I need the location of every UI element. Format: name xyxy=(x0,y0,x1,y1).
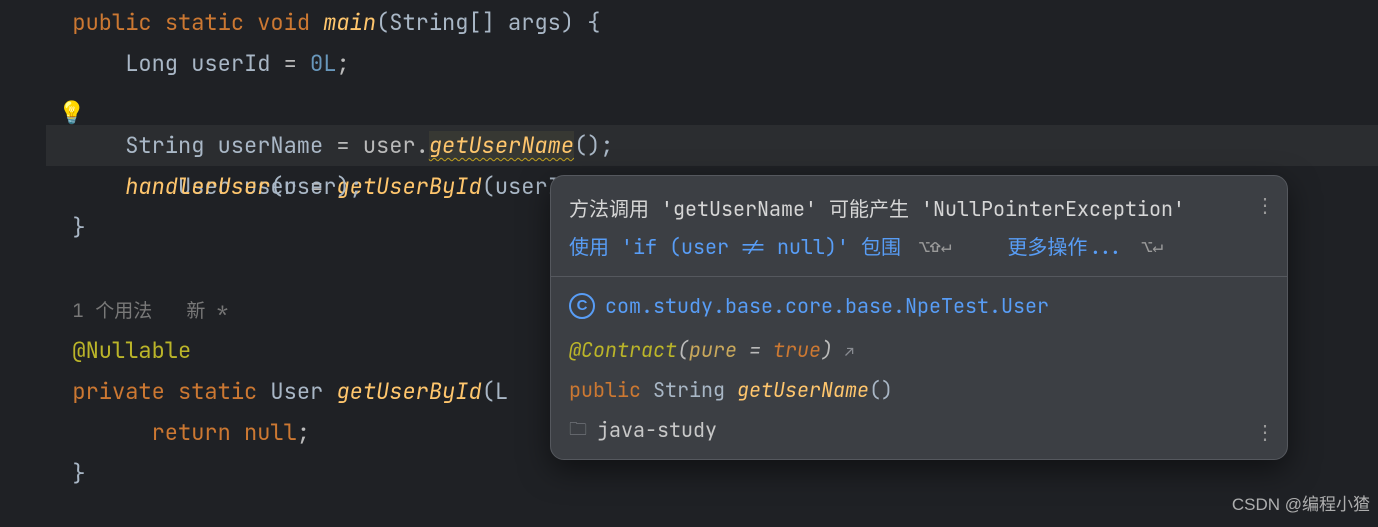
op: = user. xyxy=(323,131,429,160)
brace: } xyxy=(72,459,85,488)
class-icon: C xyxy=(569,293,595,319)
code-line[interactable]: Long userId = 0L; xyxy=(46,43,1378,84)
code-line-current[interactable]: String userName = user.getUserName(); xyxy=(46,125,1378,166)
number: 0L xyxy=(310,49,336,78)
type: String xyxy=(653,377,725,403)
keyword: static xyxy=(178,377,257,406)
method-name: getUserById xyxy=(336,377,481,406)
semi: ; xyxy=(297,418,310,447)
lightbulb-icon[interactable]: 💡 xyxy=(58,92,82,116)
watermark: CSDN @编程小猹 xyxy=(1232,484,1370,525)
class-link[interactable]: com.study.base.core.base.NpeTest.User xyxy=(605,291,1049,321)
annotation: @Nullable xyxy=(72,336,191,365)
signature: (String[] args) { xyxy=(376,8,600,37)
quickfix-action[interactable]: 使用 'if (user != null)' 包围 xyxy=(569,232,901,262)
ann-val: true xyxy=(773,337,821,363)
type: User xyxy=(270,377,323,406)
type: String xyxy=(125,131,204,160)
method-name: main xyxy=(323,8,376,37)
signature: (L xyxy=(482,377,508,406)
op: = xyxy=(737,337,773,363)
annotation: @Contract xyxy=(569,337,677,363)
keyword: public xyxy=(72,8,151,37)
method-call: handlerUser xyxy=(125,172,270,201)
args: (); xyxy=(574,131,614,160)
code-line[interactable]: public static void main(String[] args) { xyxy=(46,2,1378,43)
identifier: userId xyxy=(191,49,270,78)
paren: ) xyxy=(821,337,845,363)
usage-hint[interactable]: 1 个用法 新 * xyxy=(72,298,228,323)
type: Long xyxy=(125,49,178,78)
arrow-icon: ↗ xyxy=(845,342,854,362)
keyword: static xyxy=(165,8,244,37)
inspection-tooltip[interactable]: ⋮ 方法调用 'getUserName' 可能产生 'NullPointerEx… xyxy=(550,175,1288,460)
more-vert-icon[interactable]: ⋮ xyxy=(1255,190,1275,220)
keyword: void xyxy=(257,8,310,37)
args: () xyxy=(869,377,893,403)
code-line[interactable]: 💡 User user = getUserById(userId); xyxy=(46,84,1378,125)
keyword: private xyxy=(72,377,164,406)
module-icon: 🗀 xyxy=(569,415,587,445)
semi: ; xyxy=(336,49,349,78)
null-literal: null xyxy=(244,418,297,447)
args: (user); xyxy=(270,172,362,201)
identifier: userName xyxy=(218,131,324,160)
keyword: public xyxy=(569,377,641,403)
more-actions[interactable]: 更多操作... xyxy=(1007,232,1123,262)
keyword: return xyxy=(152,418,231,447)
paren: ( xyxy=(677,337,689,363)
separator xyxy=(551,276,1287,277)
method-name: getUserName xyxy=(737,377,869,403)
module-name[interactable]: java-study xyxy=(597,415,717,445)
shortcut: ⌥⇧↵ xyxy=(919,232,951,262)
op: = xyxy=(270,49,310,78)
shortcut: ⌥↵ xyxy=(1141,232,1163,262)
more-vert-icon[interactable]: ⋮ xyxy=(1255,417,1275,447)
method-call-warning[interactable]: getUserName xyxy=(429,131,574,160)
ann-key: pure xyxy=(689,337,737,363)
brace: } xyxy=(72,213,85,242)
warning-message: 方法调用 'getUserName' 可能产生 'NullPointerExce… xyxy=(569,194,1185,224)
